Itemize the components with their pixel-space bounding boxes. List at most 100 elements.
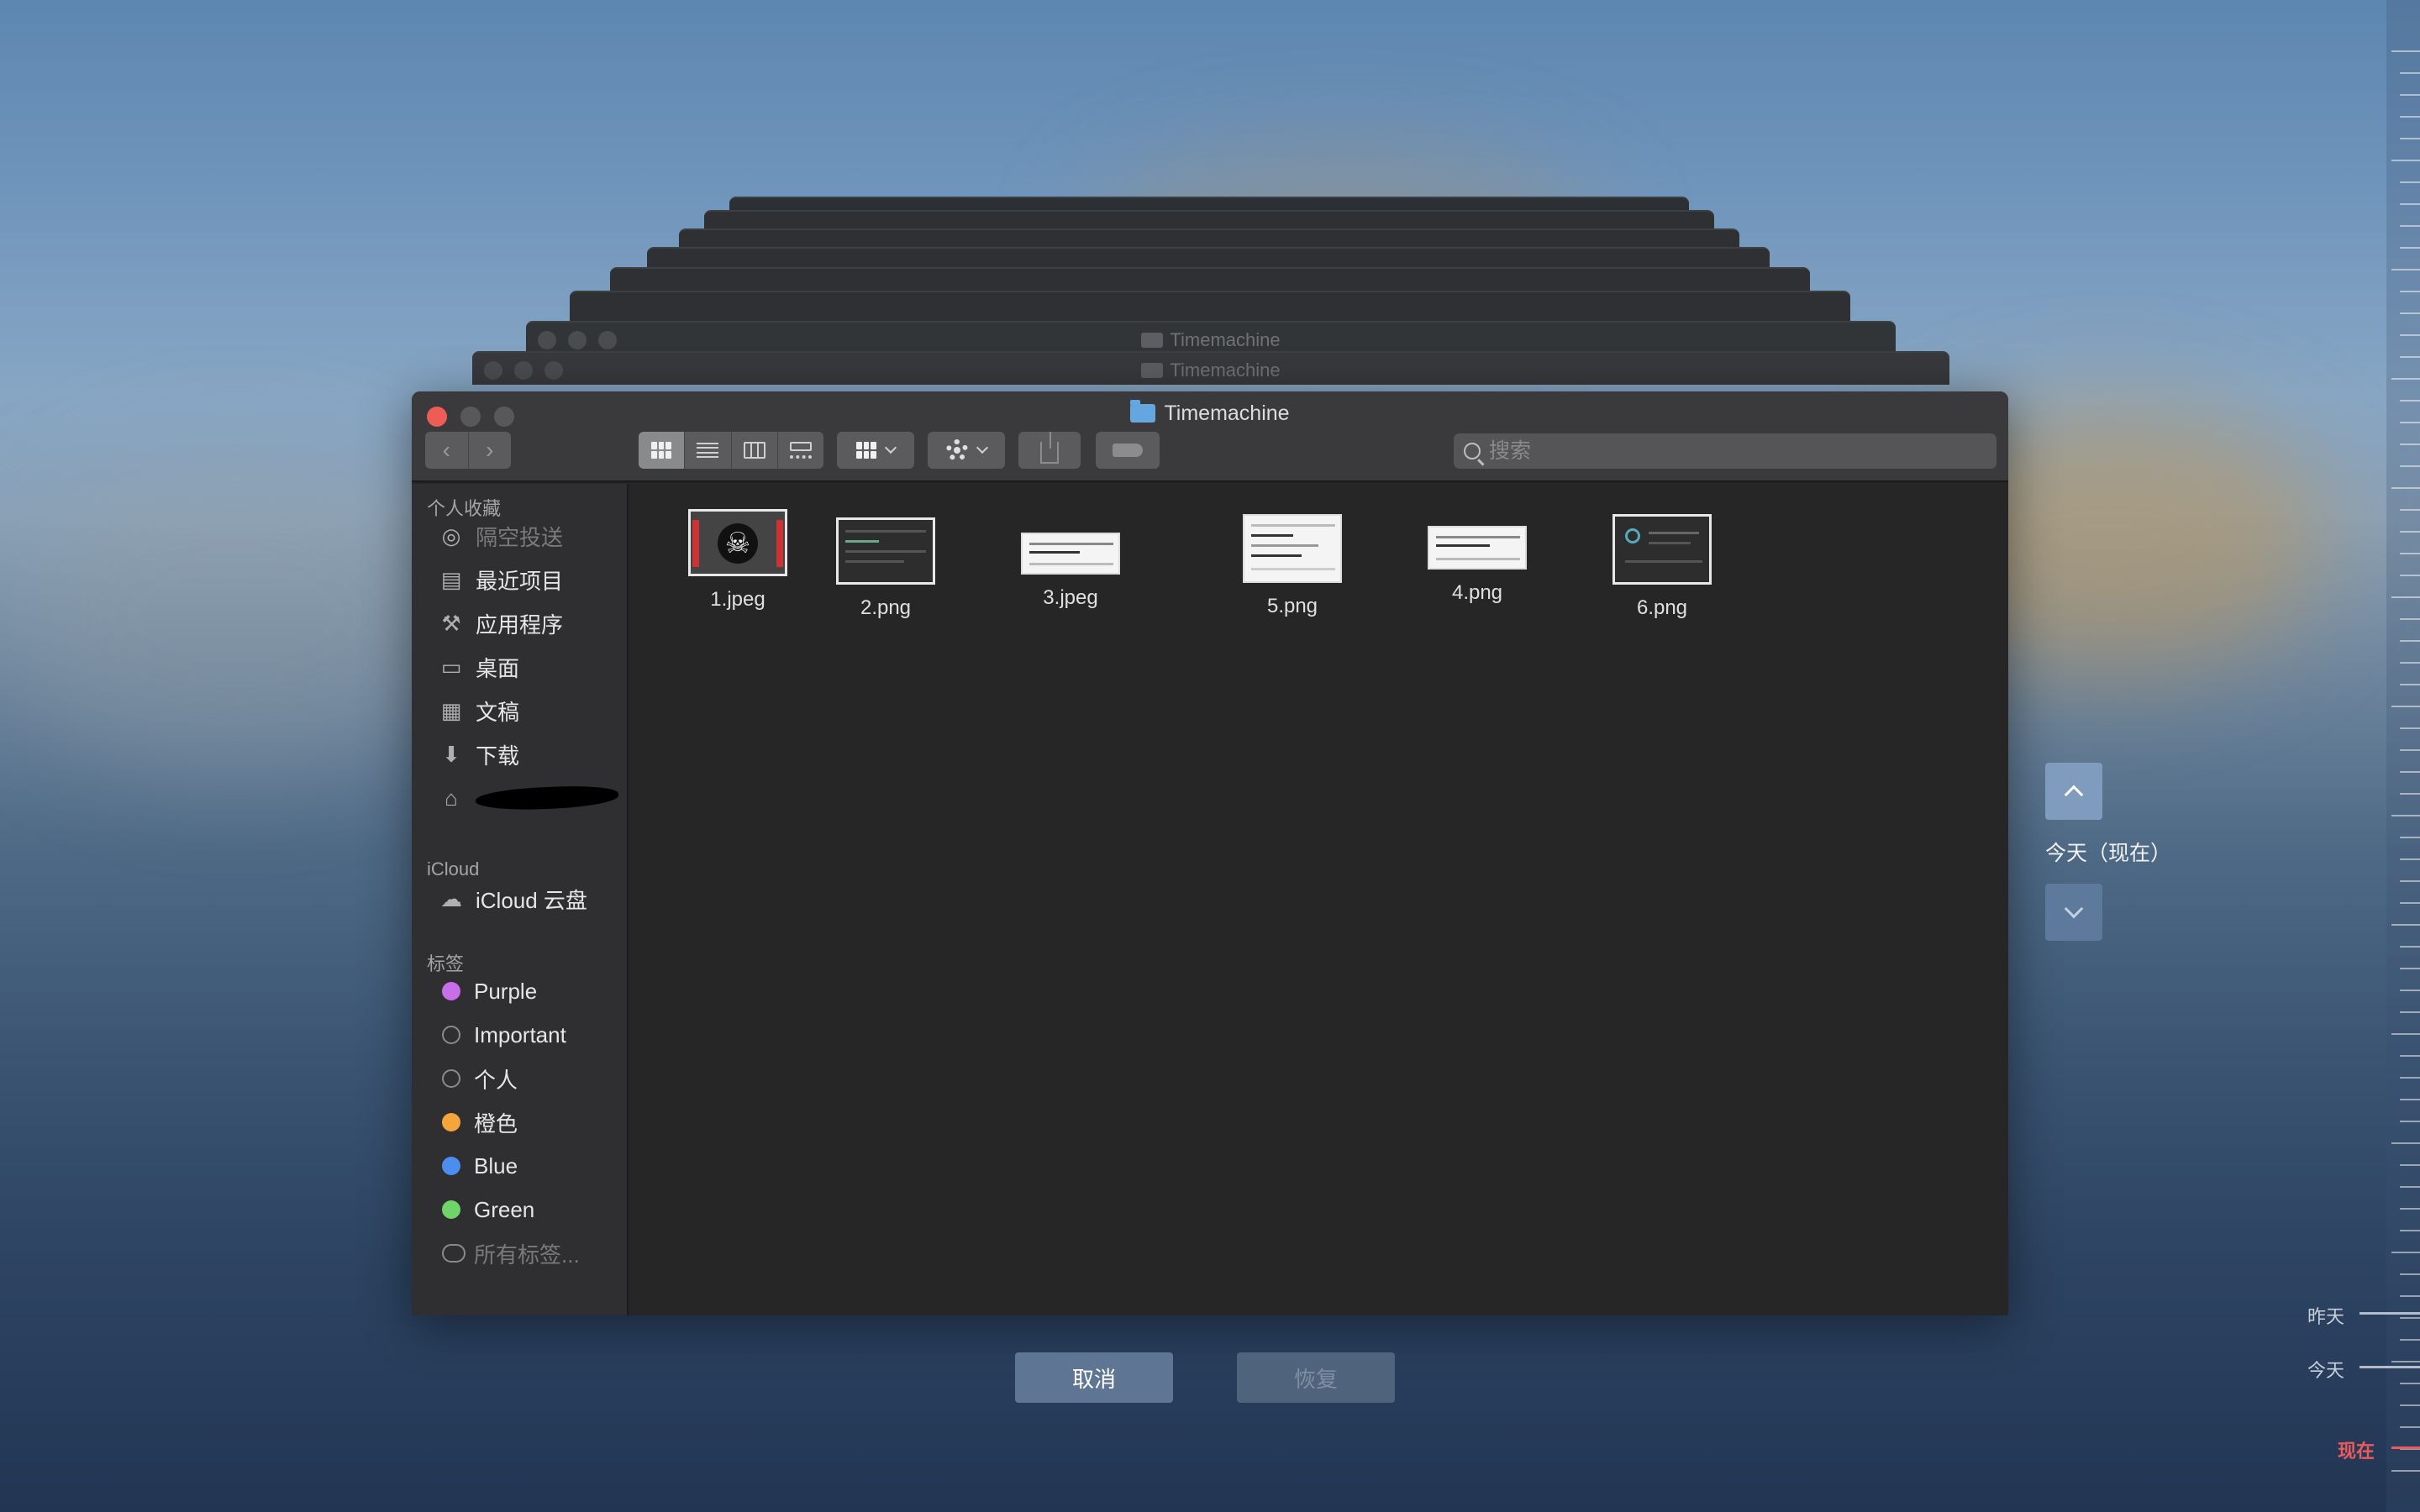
timeline[interactable]: [2386, 0, 2420, 1512]
chevron-right-icon: ›: [486, 437, 494, 463]
file-item[interactable]: 2.png: [810, 517, 961, 620]
sidebar-tag-orange[interactable]: 橙色: [437, 1104, 623, 1141]
column-view-button[interactable]: [730, 432, 777, 469]
thumbnail-accent: [776, 520, 783, 567]
back-button[interactable]: ‹: [425, 432, 468, 469]
timeline-tick: [2400, 1186, 2420, 1188]
timeline-tick: [2400, 575, 2420, 576]
icon-view-button[interactable]: [639, 432, 685, 469]
search-input[interactable]: [1489, 438, 1976, 464]
sidebar-item-documents[interactable]: ▦ 文稿: [437, 692, 623, 729]
timeline-tick: [2400, 1317, 2420, 1319]
sidebar-item-home[interactable]: ⌂: [437, 780, 623, 816]
timeline-tick: [2400, 749, 2420, 751]
timeline-tick: [2400, 94, 2420, 96]
sidebar-item-recents[interactable]: ▤ 最近项目: [437, 561, 623, 598]
timeline-tick: [2391, 1033, 2420, 1035]
timeline-tick: [2391, 1470, 2420, 1472]
window-title: Timemachine: [412, 400, 2008, 426]
cancel-button[interactable]: 取消: [1015, 1352, 1173, 1403]
sidebar-item-airdrop[interactable]: ◎ 隔空投送: [437, 517, 623, 554]
list-view-icon: [697, 443, 719, 458]
timeline-tick: [2400, 1011, 2420, 1013]
sidebar-item-downloads[interactable]: ⬇ 下载: [437, 736, 623, 773]
folder-icon: [1130, 400, 1156, 423]
sidebar-tag-important[interactable]: Important: [437, 1016, 623, 1053]
timeline-tick: [2391, 50, 2420, 52]
snapshot-window[interactable]: [570, 291, 1850, 324]
tag-icon: [1113, 444, 1143, 457]
timeline-label-yesterday[interactable]: 昨天: [2307, 1302, 2344, 1329]
earlier-snapshot-button[interactable]: [2045, 763, 2102, 820]
sidebar-tag-green[interactable]: Green: [437, 1191, 623, 1228]
snapshot-title: Timemachine: [472, 360, 1949, 381]
share-button[interactable]: [1018, 432, 1081, 469]
timeline-tick: [2400, 509, 2420, 511]
timeline-tick: [2391, 706, 2420, 707]
timeline-tick: [2391, 924, 2420, 926]
timeline-tick: [2391, 160, 2420, 161]
timeline-tick: [2400, 356, 2420, 358]
chevron-left-icon: ‹: [442, 437, 450, 463]
timeline-tick-yesterday[interactable]: [2360, 1312, 2420, 1315]
file-item[interactable]: 3.jpeg: [995, 533, 1146, 610]
timeline-tick: [2400, 247, 2420, 249]
tag-button[interactable]: [1096, 432, 1160, 469]
tag-color-dot: [442, 1026, 460, 1044]
timeline-tick: [2400, 727, 2420, 729]
gallery-view-button[interactable]: [776, 432, 823, 469]
file-item[interactable]: 5.png: [1217, 514, 1368, 618]
file-item[interactable]: 6.png: [1586, 514, 1738, 620]
timeline-tick: [2400, 1099, 2420, 1100]
forward-button[interactable]: ›: [467, 432, 512, 469]
action-menu-button[interactable]: [928, 432, 1005, 469]
timeline-tick: [2400, 553, 2420, 554]
timeline-tick: [2400, 1295, 2420, 1297]
timeline-tick: [2400, 1426, 2420, 1428]
timeline-tick: [2400, 1164, 2420, 1166]
timeline-label-today[interactable]: 今天: [2307, 1356, 2344, 1383]
toolbar: Timemachine ‹ ›: [412, 391, 2008, 482]
timeline-tick: [2400, 444, 2420, 445]
chevron-down-icon: [976, 441, 989, 454]
documents-icon: ▦: [440, 697, 462, 723]
timeline-tick: [2400, 1339, 2420, 1341]
snapshot-window[interactable]: Timemachine: [472, 351, 1949, 385]
file-item[interactable]: ☠ 1.jpeg: [662, 509, 813, 612]
folder-icon: [1141, 363, 1164, 378]
timeline-tick: [2391, 596, 2420, 598]
sidebar-item-applications[interactable]: ⚒ 应用程序: [437, 605, 623, 642]
file-name: 3.jpeg: [1043, 586, 1098, 609]
sidebar-item-desktop[interactable]: ▭ 桌面: [437, 648, 623, 685]
tag-color-dot: [442, 982, 460, 1000]
search-field[interactable]: [1454, 433, 1996, 469]
timeline-tick: [2400, 684, 2420, 685]
group-by-button[interactable]: [837, 432, 914, 469]
timeline-tick: [2400, 1273, 2420, 1275]
sidebar-item-icloud-drive[interactable]: ☁ iCloud 云盘: [437, 880, 623, 917]
sidebar-tag-personal[interactable]: 个人: [437, 1060, 623, 1097]
desktop-icon: ▭: [440, 654, 462, 680]
group-icon: [856, 442, 876, 459]
later-snapshot-button[interactable]: [2045, 884, 2102, 941]
sidebar-tag-all[interactable]: 所有标签...: [437, 1235, 623, 1272]
timeline-tick: [2391, 378, 2420, 380]
timeline-tick: [2400, 422, 2420, 423]
sidebar-tag-purple[interactable]: Purple: [437, 973, 623, 1010]
timeline-tick: [2400, 837, 2420, 838]
file-thumbnail: [1428, 526, 1527, 570]
restore-button[interactable]: 恢复: [1237, 1352, 1395, 1403]
timeline-tick-now[interactable]: [2391, 1446, 2420, 1449]
list-view-button[interactable]: [684, 432, 730, 469]
share-icon: [1040, 432, 1059, 464]
sidebar-tag-blue[interactable]: Blue: [437, 1147, 623, 1184]
snapshot-window[interactable]: Timemachine: [526, 321, 1896, 354]
timeline-tick-today[interactable]: [2360, 1366, 2420, 1368]
file-item[interactable]: 4.png: [1402, 526, 1553, 605]
timeline-label-now[interactable]: 现在: [2338, 1436, 2375, 1463]
timeline-tick: [2400, 1230, 2420, 1231]
sidebar-header-icloud: iCloud: [427, 858, 480, 879]
applications-icon: ⚒: [441, 610, 461, 636]
search-icon: [1464, 443, 1481, 459]
tag-color-dot: [442, 1113, 460, 1131]
